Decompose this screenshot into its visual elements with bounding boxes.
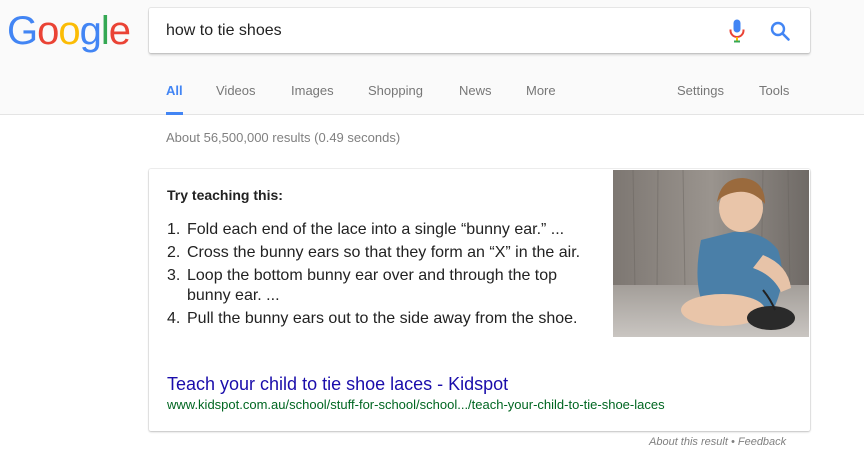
tab-more[interactable]: More — [526, 78, 556, 115]
tab-settings[interactable]: Settings — [677, 78, 724, 115]
step-number: 1. — [167, 221, 181, 238]
logo-letter-o1: o — [37, 9, 59, 53]
tab-tools[interactable]: Tools — [759, 78, 789, 115]
feedback-link[interactable]: Feedback — [738, 436, 786, 448]
snippet-steps-list: 1. Fold each end of the lace into a sing… — [167, 220, 597, 332]
step-number: 3. — [167, 267, 181, 284]
logo-letter-l: l — [100, 9, 110, 53]
magnifier-icon[interactable] — [769, 20, 791, 42]
step-text: Fold each end of the lace into a single … — [187, 221, 565, 238]
logo-letter-o2: o — [58, 9, 80, 53]
logo-letter-g: G — [7, 9, 38, 53]
featured-snippet-card: Try teaching this: 1. Fold each end of t… — [149, 169, 810, 431]
google-logo[interactable]: Google — [7, 8, 131, 54]
result-footer: About this result • Feedback — [649, 436, 786, 448]
tab-videos[interactable]: Videos — [216, 78, 256, 115]
list-item: 2. Cross the bunny ears so that they for… — [167, 243, 597, 263]
about-this-result-link[interactable]: About this result — [649, 436, 728, 448]
logo-letter-e: e — [108, 9, 131, 53]
tab-shopping[interactable]: Shopping — [368, 78, 423, 115]
search-box — [149, 8, 810, 53]
step-text: Loop the bottom bunny ear over and throu… — [187, 267, 558, 304]
step-text: Pull the bunny ears out to the side away… — [187, 310, 578, 327]
microphone-icon[interactable] — [727, 19, 747, 43]
tab-images[interactable]: Images — [291, 78, 334, 115]
step-number: 4. — [167, 310, 181, 327]
list-item: 4. Pull the bunny ears out to the side a… — [167, 309, 597, 329]
result-stats: About 56,500,000 results (0.49 seconds) — [166, 130, 401, 145]
list-item: 1. Fold each end of the lace into a sing… — [167, 220, 597, 240]
list-item: 3. Loop the bottom bunny ear over and th… — [167, 266, 597, 306]
step-text: Cross the bunny ears so that they form a… — [187, 244, 581, 261]
snippet-heading: Try teaching this: — [167, 187, 283, 203]
result-title-link[interactable]: Teach your child to tie shoe laces - Kid… — [167, 374, 508, 395]
snippet-thumbnail-image[interactable] — [613, 170, 809, 337]
search-tabs: All Videos Images Shopping News More Set… — [0, 78, 864, 115]
search-input[interactable] — [166, 8, 706, 53]
step-number: 2. — [167, 244, 181, 261]
tab-all[interactable]: All — [166, 78, 183, 115]
tab-news[interactable]: News — [459, 78, 492, 115]
footer-separator: • — [730, 436, 735, 448]
logo-letter-g2: g — [79, 9, 102, 53]
result-url: www.kidspot.com.au/school/stuff-for-scho… — [167, 397, 665, 412]
search-header: Google All Videos Images Shopping News M… — [0, 0, 864, 115]
